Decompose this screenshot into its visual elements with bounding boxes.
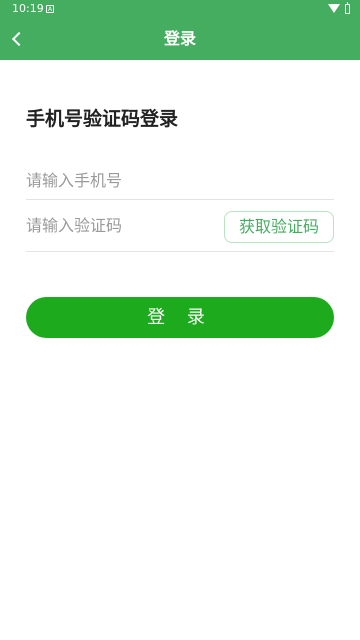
page-heading: 手机号验证码登录: [26, 108, 179, 130]
back-icon[interactable]: [6, 28, 28, 50]
app-bar: 登录: [0, 18, 360, 60]
code-input[interactable]: [26, 204, 216, 246]
status-bar: 10:19 A: [0, 0, 360, 18]
status-time: 10:19: [12, 2, 44, 15]
phone-field: [26, 162, 334, 200]
notification-icon: A: [46, 5, 54, 13]
login-button[interactable]: 登 录: [26, 297, 334, 338]
app-title: 登录: [163, 29, 196, 48]
phone-input[interactable]: [26, 162, 334, 199]
get-code-button[interactable]: 获取验证码: [224, 211, 334, 243]
battery-icon: [345, 2, 350, 14]
wifi-icon: [328, 4, 340, 13]
code-field: 获取验证码: [26, 204, 334, 252]
